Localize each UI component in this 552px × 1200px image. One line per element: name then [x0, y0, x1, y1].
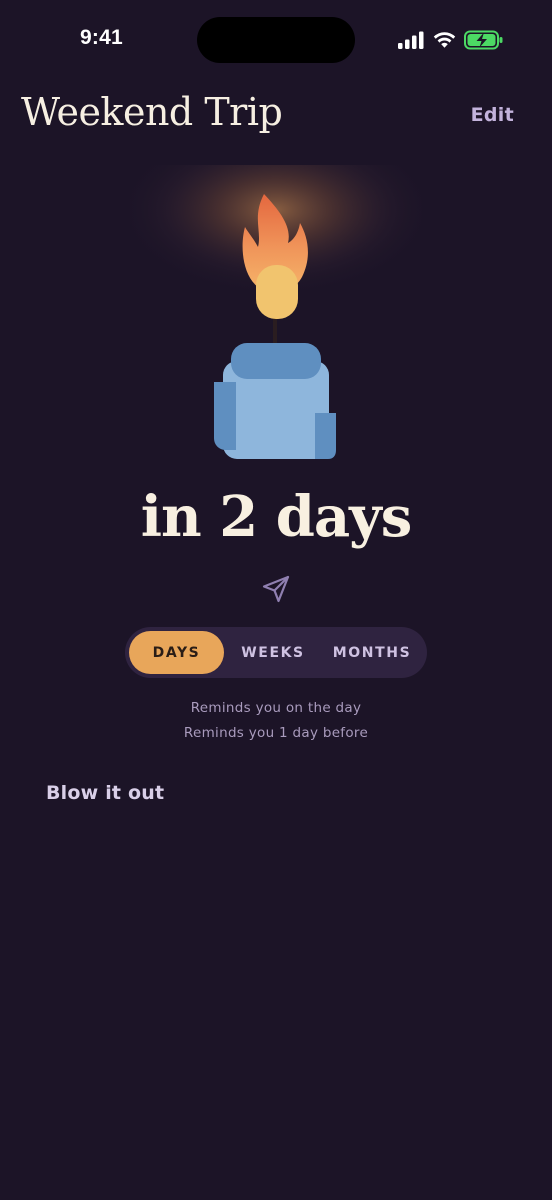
segment-weeks[interactable]: WEEKS [224, 631, 322, 674]
segment-months[interactable]: MONTHS [322, 631, 422, 674]
edit-button[interactable]: Edit [471, 104, 514, 126]
dynamic-island [197, 17, 355, 63]
wifi-icon [433, 32, 456, 48]
status-icons [398, 29, 504, 51]
candle-top [231, 343, 321, 379]
flame-inner [256, 265, 298, 319]
candle-illustration [130, 165, 422, 459]
battery-charging-icon [464, 30, 503, 50]
page-title: Weekend Trip [21, 90, 283, 134]
reminder-text: Reminds you 1 day before [183, 725, 369, 741]
countdown-text: in 2 days [140, 484, 412, 550]
segment-days[interactable]: DAYS [129, 631, 224, 674]
reminder-text: Reminds you on the day [190, 700, 362, 716]
signal-icon [398, 31, 424, 49]
app-screen: 9:41 Weekend Trip Edit in 2 days DAYS WE… [0, 0, 552, 1200]
status-time: 9:41 [80, 26, 123, 49]
wax-drip-left [214, 382, 236, 450]
wax-drip-right [315, 413, 336, 459]
send-icon[interactable] [260, 573, 292, 605]
blow-out-button[interactable]: Blow it out [46, 782, 164, 804]
unit-segmented-control: DAYS WEEKS MONTHS [125, 627, 427, 678]
